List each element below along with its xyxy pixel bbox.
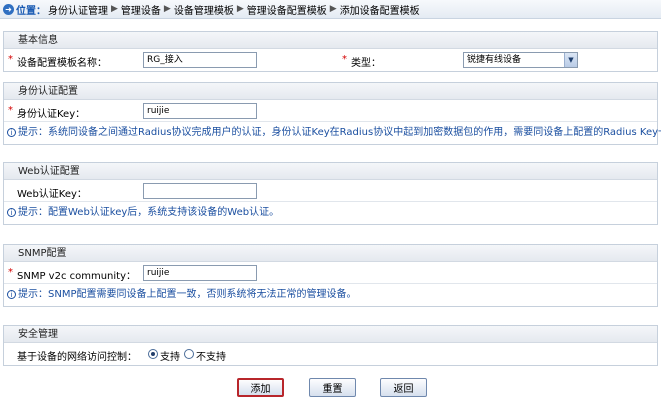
identity-key-label: 身份认证Key：	[17, 109, 86, 120]
web-key-label: Web认证Key：	[17, 189, 87, 200]
chevron-right-icon: ▶	[236, 4, 244, 14]
support-radio[interactable]	[148, 349, 158, 359]
required-marker: *	[8, 267, 13, 278]
info-icon: i	[7, 290, 16, 299]
snmp-community-input[interactable]: ruijie	[143, 265, 257, 281]
template-name-input[interactable]: RG_接入	[143, 52, 257, 68]
chevron-right-icon: ▶	[329, 4, 337, 14]
access-control-label: 基于设备的网络访问控制：	[17, 352, 137, 363]
breadcrumb: ➜ 位置： 身份认证管理 ▶ 管理设备 ▶ 设备管理模板 ▶ 管理设备配置模板 …	[0, 0, 661, 19]
snmp-community-row: * SNMP v2c community： ruijie	[4, 262, 657, 284]
snmp-title: SNMP配置	[4, 245, 657, 262]
identity-hint-text: 提示：系统同设备之间通过Radius协议完成用户的认证，身份认证Key在Radi…	[18, 127, 661, 138]
info-icon: i	[7, 208, 16, 217]
breadcrumb-item-add-template: 添加设备配置模板	[339, 5, 420, 17]
identity-auth-title: 身份认证配置	[4, 83, 657, 100]
identity-key-input[interactable]: ruijie	[143, 103, 257, 119]
breadcrumb-item-config-templates[interactable]: 管理设备配置模板	[247, 2, 327, 17]
reset-button[interactable]: 重置	[309, 378, 356, 397]
security-panel: 安全管理 基于设备的网络访问控制： 支持 不支持	[3, 325, 658, 366]
breadcrumb-location-label: 位置：	[16, 5, 46, 17]
identity-key-row: * 身份认证Key： ruijie	[4, 100, 657, 122]
type-select-value: 锐捷有线设备	[467, 55, 522, 65]
basic-info-panel: 基本信息 * 设备配置模板名称： RG_接入 * 类型： 锐捷有线设备 ▼	[3, 31, 658, 72]
not-support-radio-label[interactable]: 不支持	[196, 348, 226, 363]
snmp-hint: i 提示：SNMP配置需要同设备上配置一致，否则系统将无法正常的管理设备。	[4, 284, 657, 306]
location-icon: ➜	[3, 3, 14, 15]
template-name-label: 设备配置模板名称：	[17, 58, 107, 69]
chevron-right-icon: ▶	[111, 4, 118, 14]
web-hint: i 提示：配置Web认证key后，系统支持该设备的Web认证。	[4, 202, 657, 224]
back-button[interactable]: 返回	[380, 378, 427, 397]
required-marker: *	[8, 105, 13, 116]
info-icon: i	[7, 128, 16, 137]
not-support-radio[interactable]	[184, 349, 194, 359]
identity-auth-panel: 身份认证配置 * 身份认证Key： ruijie i 提示：系统同设备之间通过R…	[3, 82, 661, 145]
required-marker: *	[342, 54, 347, 65]
template-name-row: * 设备配置模板名称： RG_接入 * 类型： 锐捷有线设备 ▼	[4, 49, 657, 71]
access-control-row: 基于设备的网络访问控制： 支持 不支持	[4, 343, 657, 365]
web-auth-title: Web认证配置	[4, 163, 657, 180]
security-title: 安全管理	[4, 326, 657, 343]
type-label: 类型：	[351, 58, 381, 69]
chevron-down-icon[interactable]: ▼	[564, 53, 577, 67]
breadcrumb-item-device-templates[interactable]: 设备管理模板	[174, 2, 234, 17]
identity-hint: i 提示：系统同设备之间通过Radius协议完成用户的认证，身份认证Key在Ra…	[4, 122, 661, 144]
web-key-row: Web认证Key：	[4, 180, 657, 202]
web-auth-panel: Web认证配置 Web认证Key： i 提示：配置Web认证key后，系统支持该…	[3, 162, 658, 225]
snmp-panel: SNMP配置 * SNMP v2c community： ruijie i 提示…	[3, 244, 658, 307]
snmp-hint-text: 提示：SNMP配置需要同设备上配置一致，否则系统将无法正常的管理设备。	[18, 289, 357, 300]
required-marker: *	[8, 54, 13, 65]
type-select[interactable]: 锐捷有线设备 ▼	[463, 52, 578, 68]
breadcrumb-item-manage-devices[interactable]: 管理设备	[121, 2, 161, 17]
add-button[interactable]: 添加	[237, 378, 284, 397]
web-key-input[interactable]	[143, 183, 257, 199]
breadcrumb-item-identity-auth[interactable]: 身份认证管理	[48, 2, 108, 17]
basic-info-title: 基本信息	[4, 32, 657, 49]
support-radio-label[interactable]: 支持	[160, 348, 180, 363]
chevron-right-icon: ▶	[163, 4, 171, 14]
web-hint-text: 提示：配置Web认证key后，系统支持该设备的Web认证。	[18, 207, 280, 218]
snmp-community-label: SNMP v2c community：	[17, 271, 137, 282]
